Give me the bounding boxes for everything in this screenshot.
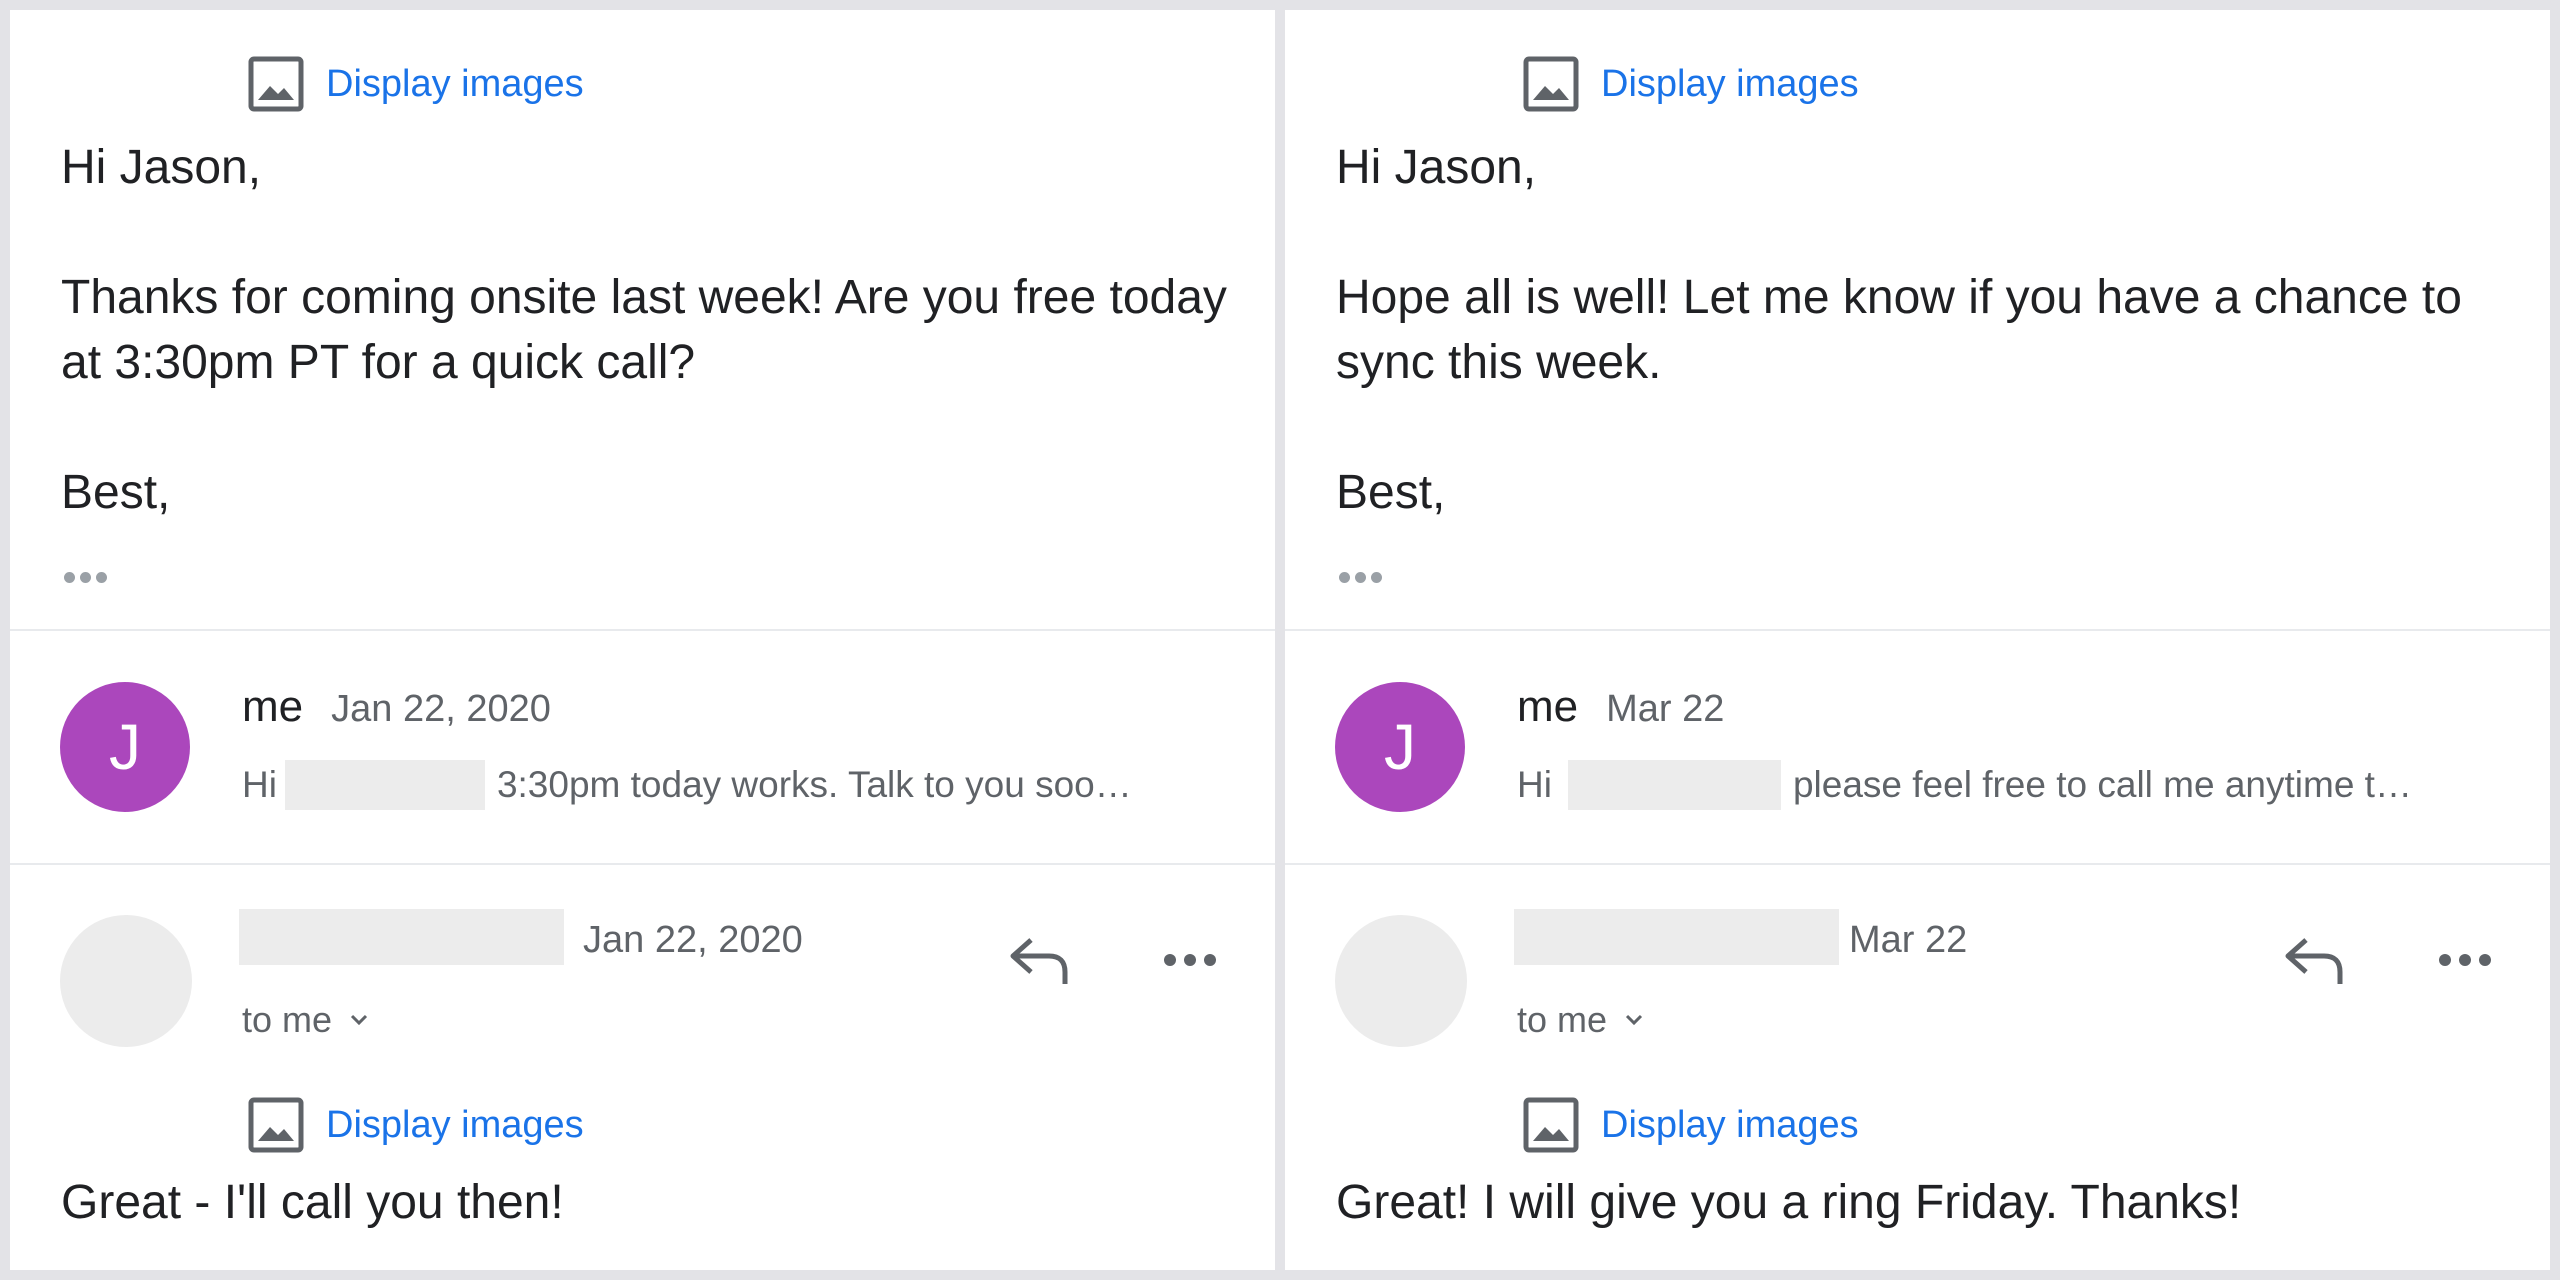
display-images-link[interactable]: Display images: [1521, 54, 1859, 114]
snippet-text: 3:30pm today works. Talk to you soo…: [496, 764, 1132, 805]
recipient-label: to me: [242, 999, 333, 1040]
chevron-down-icon: [1625, 1014, 1643, 1026]
email-thread-right: Display images Hi Jason, Hope all is wel…: [1285, 10, 2550, 1270]
dot: [96, 571, 107, 583]
dot: [80, 571, 91, 583]
sender-name: me: [242, 682, 304, 731]
snippet-text: please feel free to call me anytime t…: [1792, 764, 2412, 805]
image-icon: [1523, 56, 1579, 112]
redacted-name: [1567, 760, 1781, 810]
image-icon: [1523, 1097, 1579, 1153]
reply-icon[interactable]: [1005, 930, 1075, 990]
display-images-label[interactable]: Display images: [326, 1104, 584, 1147]
display-images-link[interactable]: Display images: [246, 1095, 584, 1155]
message-date: Mar 22: [1849, 918, 1968, 961]
dot: [1339, 571, 1350, 583]
image-icon: [248, 56, 304, 112]
email-body: Great - I'll call you then!: [61, 1176, 564, 1229]
snippet-prefix: Hi: [1517, 764, 1552, 805]
email-body: Hi Jason, Thanks for coming onsite last …: [61, 141, 1227, 519]
email-thread-left: Display images Hi Jason, Thanks for comi…: [10, 10, 1275, 1270]
redacted-sender: [1514, 909, 1839, 965]
avatar[interactable]: J: [1335, 682, 1465, 812]
image-icon: [248, 1097, 304, 1153]
more-horizontal-icon[interactable]: [1160, 945, 1220, 975]
snippet-prefix: Hi: [242, 764, 277, 805]
email-body: Hi Jason, Hope all is well! Let me know …: [1336, 141, 2462, 519]
show-trimmed-content-button[interactable]: [1339, 565, 1382, 589]
display-images-label[interactable]: Display images: [326, 63, 584, 106]
message-snippet[interactable]: Hi 3:30pm today works. Talk to you soo…: [242, 755, 1242, 815]
message-date: Jan 22, 2020: [331, 688, 551, 730]
divider: [1285, 863, 2550, 865]
collapsed-message-header[interactable]: me Mar 22: [1517, 682, 1724, 742]
display-images-link[interactable]: Display images: [1521, 1095, 1859, 1155]
recipient-details-toggle[interactable]: to me: [242, 995, 372, 1045]
message-date: Mar 22: [1606, 688, 1725, 730]
display-images-label[interactable]: Display images: [1601, 63, 1859, 106]
reply-icon[interactable]: [2280, 930, 2350, 990]
dot: [1355, 571, 1366, 583]
message-date: Jan 22, 2020: [583, 918, 803, 961]
email-comparison: Display images Hi Jason, Thanks for comi…: [0, 0, 2560, 1280]
more-horizontal-icon[interactable]: [2435, 945, 2495, 975]
redacted-name: [284, 760, 485, 810]
collapsed-message-header[interactable]: me Jan 22, 2020: [242, 682, 551, 742]
avatar[interactable]: [1335, 915, 1467, 1047]
chevron-down-icon: [350, 1014, 368, 1026]
divider: [10, 863, 1275, 865]
recipient-details-toggle[interactable]: to me: [1517, 995, 1647, 1045]
sender-name: me: [1517, 682, 1579, 731]
email-body: Great! I will give you a ring Friday. Th…: [1336, 1176, 2242, 1229]
dot: [64, 571, 75, 583]
display-images-link[interactable]: Display images: [246, 54, 584, 114]
divider: [1285, 629, 2550, 631]
recipient-label: to me: [1517, 999, 1608, 1040]
redacted-sender: [239, 909, 564, 965]
message-snippet[interactable]: Hi please feel free to call me anytime t…: [1517, 755, 2517, 815]
display-images-label[interactable]: Display images: [1601, 1104, 1859, 1147]
divider: [10, 629, 1275, 631]
avatar[interactable]: [60, 915, 192, 1047]
dot: [1371, 571, 1382, 583]
show-trimmed-content-button[interactable]: [64, 565, 107, 589]
avatar[interactable]: J: [60, 682, 190, 812]
